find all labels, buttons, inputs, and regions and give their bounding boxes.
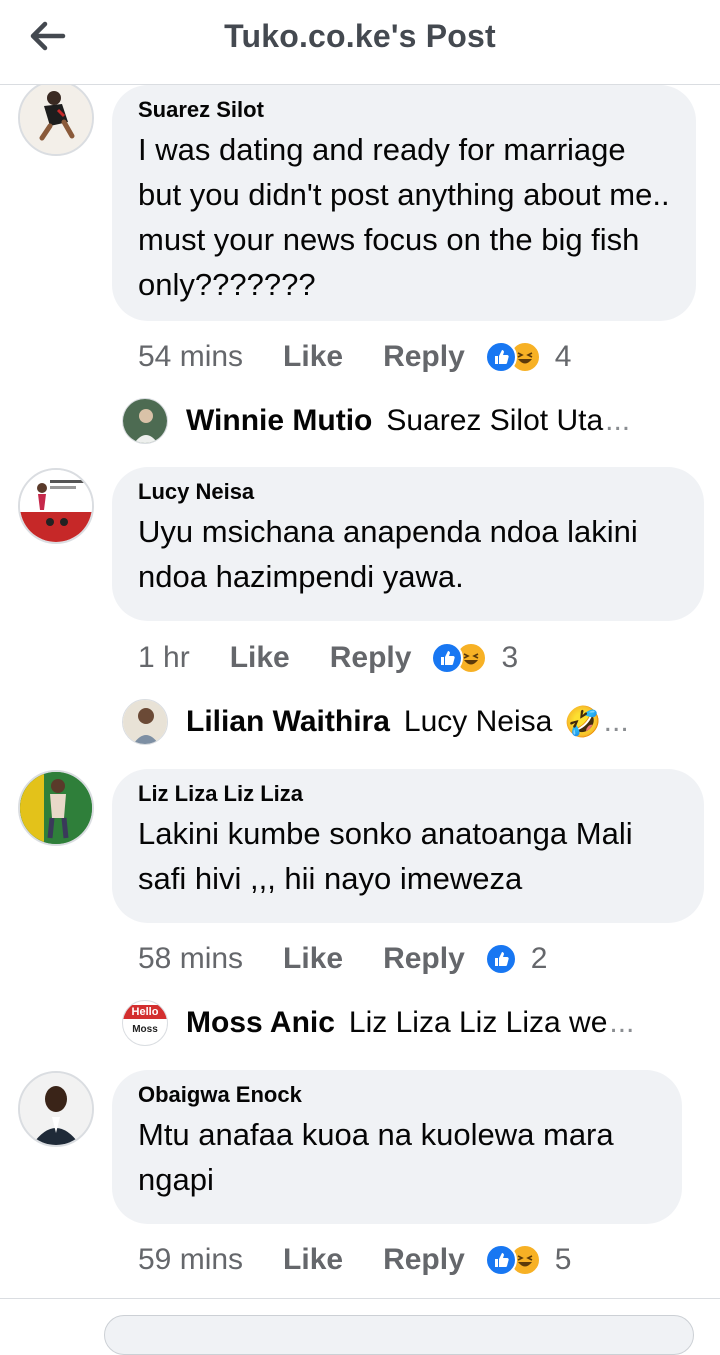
comment-author[interactable]: Suarez Silot <box>138 95 670 125</box>
like-button[interactable]: Like <box>230 641 290 675</box>
hello-badge-name: Moss <box>132 1024 158 1035</box>
reply-ellipsis: ... <box>605 404 631 437</box>
avatar[interactable] <box>18 468 94 544</box>
like-button[interactable]: Like <box>283 942 343 976</box>
person-photo-icon <box>20 1073 92 1145</box>
comment-actions: 59 mins Like Reply 5 <box>138 1240 571 1280</box>
reply-snippet: Lucy Neisa <box>403 705 553 738</box>
comment-time[interactable]: 54 mins <box>138 340 243 374</box>
avatar[interactable] <box>18 80 94 156</box>
comment-time[interactable]: 58 mins <box>138 942 243 976</box>
hello-badge-top: Hello <box>123 1005 167 1019</box>
reactions[interactable]: 4 <box>484 340 572 374</box>
comment-bubble[interactable]: Liz Liza Liz Liza Lakini kumbe sonko ana… <box>112 769 704 923</box>
reactions[interactable]: 2 <box>484 942 548 976</box>
reply-avatar <box>122 699 168 745</box>
comment-bubble[interactable]: Suarez Silot I was dating and ready for … <box>112 85 696 321</box>
poster-image-icon <box>20 470 92 542</box>
comment-bubble[interactable]: Lucy Neisa Uyu msichana anapenda ndoa la… <box>112 467 704 621</box>
reactions[interactable]: 5 <box>484 1243 572 1277</box>
avatar[interactable] <box>18 770 94 846</box>
comment-text: Lakini kumbe sonko anatoanga Mali safi h… <box>138 816 633 896</box>
like-reaction-icon <box>431 642 464 674</box>
reaction-count: 5 <box>554 1243 572 1276</box>
person-photo-icon <box>20 82 92 154</box>
like-button[interactable]: Like <box>283 340 343 374</box>
comment-text: Uyu msichana anapenda ndoa lakini ndoa h… <box>138 514 638 594</box>
reply-button[interactable]: Reply <box>383 942 465 976</box>
comment-input[interactable] <box>104 1315 694 1355</box>
reply-avatar <box>122 398 168 444</box>
reply-button[interactable]: Reply <box>383 340 465 374</box>
page-title: Tuko.co.ke's Post <box>224 18 496 54</box>
reply-preview[interactable]: Hello Moss Moss Anic Liz Liza Liz Liza w… <box>122 999 634 1047</box>
reply-author: Lilian Waithira <box>186 705 390 738</box>
rofl-emoji-icon: 🤣 <box>564 704 602 740</box>
reply-author: Winnie Mutio <box>186 404 373 437</box>
person-photo-icon <box>123 700 167 744</box>
reply-author: Moss Anic <box>186 1006 335 1039</box>
comment-text: I was dating and ready for marriage but … <box>138 132 670 302</box>
comment-author[interactable]: Lucy Neisa <box>138 477 678 507</box>
comment-author[interactable]: Obaigwa Enock <box>138 1080 656 1110</box>
comment-composer-bar <box>0 1298 720 1355</box>
reply-avatar: Hello Moss <box>122 1000 168 1046</box>
comment-actions: 58 mins Like Reply 2 <box>138 939 547 979</box>
comment-time[interactable]: 59 mins <box>138 1243 243 1277</box>
reaction-count: 2 <box>530 942 548 975</box>
comment-author[interactable]: Liz Liza Liz Liza <box>138 779 678 809</box>
reactions[interactable]: 3 <box>431 641 518 675</box>
reply-button[interactable]: Reply <box>383 1243 465 1277</box>
person-photo-icon <box>20 772 92 844</box>
like-reaction-icon <box>484 1244 517 1276</box>
reply-ellipsis: ... <box>609 1006 635 1039</box>
reaction-count: 4 <box>554 340 572 373</box>
reaction-count: 3 <box>501 641 519 674</box>
comment-text: Mtu anafaa kuoa na kuolewa mara ngapi <box>138 1117 614 1197</box>
like-reaction-icon <box>484 341 517 373</box>
reply-preview[interactable]: Lilian Waithira Lucy Neisa 🤣 ... <box>122 698 629 746</box>
avatar[interactable] <box>18 1071 94 1147</box>
like-button[interactable]: Like <box>283 1243 343 1277</box>
reply-preview[interactable]: Winnie Mutio Suarez Silot Uta ... <box>122 397 630 445</box>
top-bar: Tuko.co.ke's Post <box>0 0 720 85</box>
reply-button[interactable]: Reply <box>330 641 412 675</box>
reply-snippet: Suarez Silot Uta <box>386 404 604 437</box>
reply-ellipsis: ... <box>603 705 629 738</box>
like-reaction-icon <box>484 943 517 975</box>
reply-snippet: Liz Liza Liz Liza we <box>348 1006 608 1039</box>
person-photo-icon <box>123 399 167 443</box>
comment-time[interactable]: 1 hr <box>138 641 190 675</box>
comment-bubble[interactable]: Obaigwa Enock Mtu anafaa kuoa na kuolewa… <box>112 1070 682 1224</box>
comment-actions: 1 hr Like Reply 3 <box>138 638 518 678</box>
comment-actions: 54 mins Like Reply 4 <box>138 337 571 377</box>
